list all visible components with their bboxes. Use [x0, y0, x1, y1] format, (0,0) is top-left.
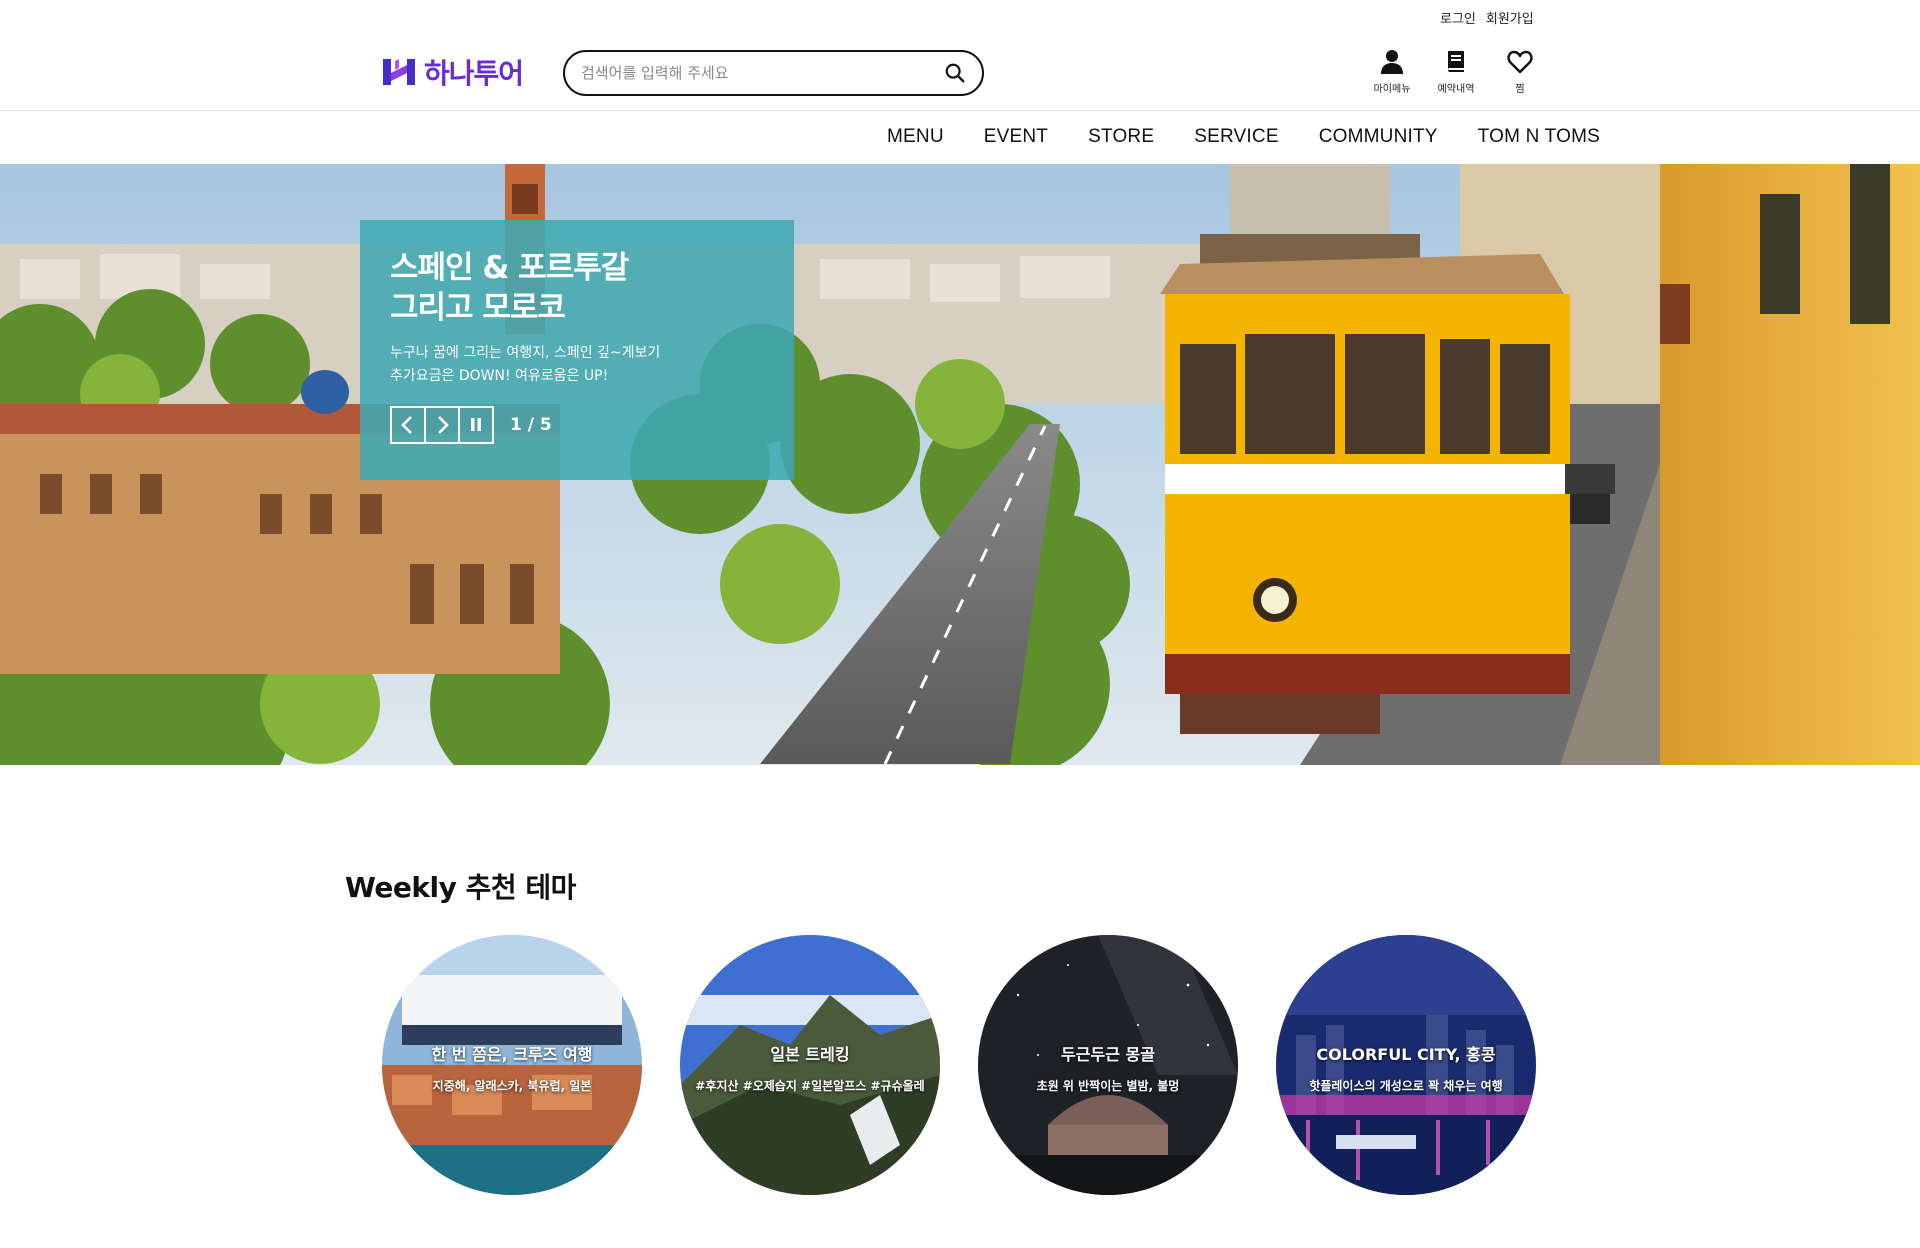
theme-text: COLORFUL CITY, 홍콩 핫플레이스의 개성으로 꽉 채우는 여행 — [1276, 1041, 1536, 1094]
hero-image — [0, 164, 1920, 765]
theme-card-japan-trekking[interactable]: 일본 트레킹 #후지산 #오제습지 #일본알프스 #규슈올레 — [680, 935, 940, 1195]
slide-pager: 1 / 5 — [510, 415, 552, 435]
nav-item-menu[interactable]: MENU — [887, 126, 944, 148]
theme-title: 한 번 쯤은, 크루즈 여행 — [431, 1045, 593, 1064]
theme-title: 두근두근 몽골 — [1061, 1045, 1155, 1064]
theme-title: COLORFUL CITY, 홍콩 — [1316, 1045, 1496, 1064]
hero-caption-panel: 스페인 & 포르투갈 그리고 모로코 누구나 꿈에 그리는 여행지, 스페인 깊… — [360, 220, 794, 480]
hero-controls: 1 / 5 — [390, 406, 764, 444]
search-input[interactable] — [581, 64, 942, 82]
weekly-theme-list: 한 번 쯤은, 크루즈 여행 지중해, 알래스카, 북유럽, 일본 일본 트레킹… — [382, 935, 1536, 1195]
theme-title: 일본 트레킹 — [770, 1045, 850, 1064]
next-slide-button[interactable] — [424, 406, 460, 444]
theme-card-mongolia[interactable]: 두근두근 몽골 초원 위 반짝이는 별밤, 불멍 — [978, 935, 1238, 1195]
my-menu-label: 마이메뉴 — [1373, 84, 1411, 95]
person-icon — [1381, 50, 1403, 74]
theme-subtitle: 지중해, 알래스카, 북유럽, 일본 — [432, 1079, 592, 1093]
nav-item-community[interactable]: COMMUNITY — [1319, 126, 1438, 148]
main-nav: MENU EVENT STORE SERVICE COMMUNITY TOM N… — [0, 110, 1920, 164]
logo-mark-icon — [383, 59, 415, 85]
hero-title: 스페인 & 포르투갈 그리고 모로코 — [390, 250, 629, 326]
reservation-button[interactable]: 예약내역 — [1434, 48, 1478, 95]
my-menu-button[interactable]: 마이메뉴 — [1370, 48, 1414, 95]
search-icon[interactable] — [942, 60, 968, 86]
hero-banner: 스페인 & 포르투갈 그리고 모로코 누구나 꿈에 그리는 여행지, 스페인 깊… — [0, 164, 1920, 765]
theme-subtitle: 초원 위 반짝이는 별밤, 불멍 — [1036, 1079, 1180, 1093]
theme-text: 한 번 쯤은, 크루즈 여행 지중해, 알래스카, 북유럽, 일본 — [382, 1041, 642, 1094]
theme-subtitle: 핫플레이스의 개성으로 꽉 채우는 여행 — [1309, 1079, 1503, 1093]
nav-item-tom-n-toms[interactable]: TOM N TOMS — [1478, 126, 1600, 148]
pause-icon — [471, 418, 481, 431]
reservation-label: 예약내역 — [1437, 84, 1475, 95]
heart-icon — [1507, 50, 1533, 74]
weekly-theme-title: Weekly 추천 테마 — [345, 871, 576, 904]
login-link[interactable]: 로그인 — [1440, 8, 1476, 27]
chevron-left-icon — [401, 416, 412, 434]
pause-slide-button[interactable] — [458, 406, 494, 444]
theme-card-hongkong[interactable]: COLORFUL CITY, 홍콩 핫플레이스의 개성으로 꽉 채우는 여행 — [1276, 935, 1536, 1195]
search-bar — [563, 50, 984, 96]
theme-subtitle: #후지산 #오제습지 #일본알프스 #규슈올레 — [695, 1079, 925, 1093]
wishlist-button[interactable]: 찜 — [1498, 48, 1542, 95]
utility-menu: 마이메뉴 예약내역 찜 — [1370, 48, 1542, 95]
theme-text: 두근두근 몽골 초원 위 반짝이는 별밤, 불멍 — [978, 1041, 1238, 1094]
theme-text: 일본 트레킹 #후지산 #오제습지 #일본알프스 #규슈올레 — [680, 1041, 940, 1094]
chevron-right-icon — [438, 416, 449, 434]
hero-description: 누구나 꿈에 그리는 여행지, 스페인 깊~게보기 추가요금은 DOWN! 여유… — [390, 345, 661, 384]
prev-slide-button[interactable] — [390, 406, 426, 444]
wishlist-label: 찜 — [1515, 84, 1525, 95]
theme-card-cruise[interactable]: 한 번 쯤은, 크루즈 여행 지중해, 알래스카, 북유럽, 일본 — [382, 935, 642, 1195]
top-links: 로그인 회원가입 — [1440, 8, 1534, 27]
book-icon — [1448, 51, 1464, 72]
nav-item-event[interactable]: EVENT — [984, 126, 1048, 148]
logo[interactable]: 하나투어 — [382, 52, 524, 92]
signup-link[interactable]: 회원가입 — [1486, 8, 1534, 27]
nav-item-store[interactable]: STORE — [1088, 126, 1154, 148]
nav-item-service[interactable]: SERVICE — [1194, 126, 1278, 148]
logo-text: 하나투어 — [424, 57, 524, 90]
